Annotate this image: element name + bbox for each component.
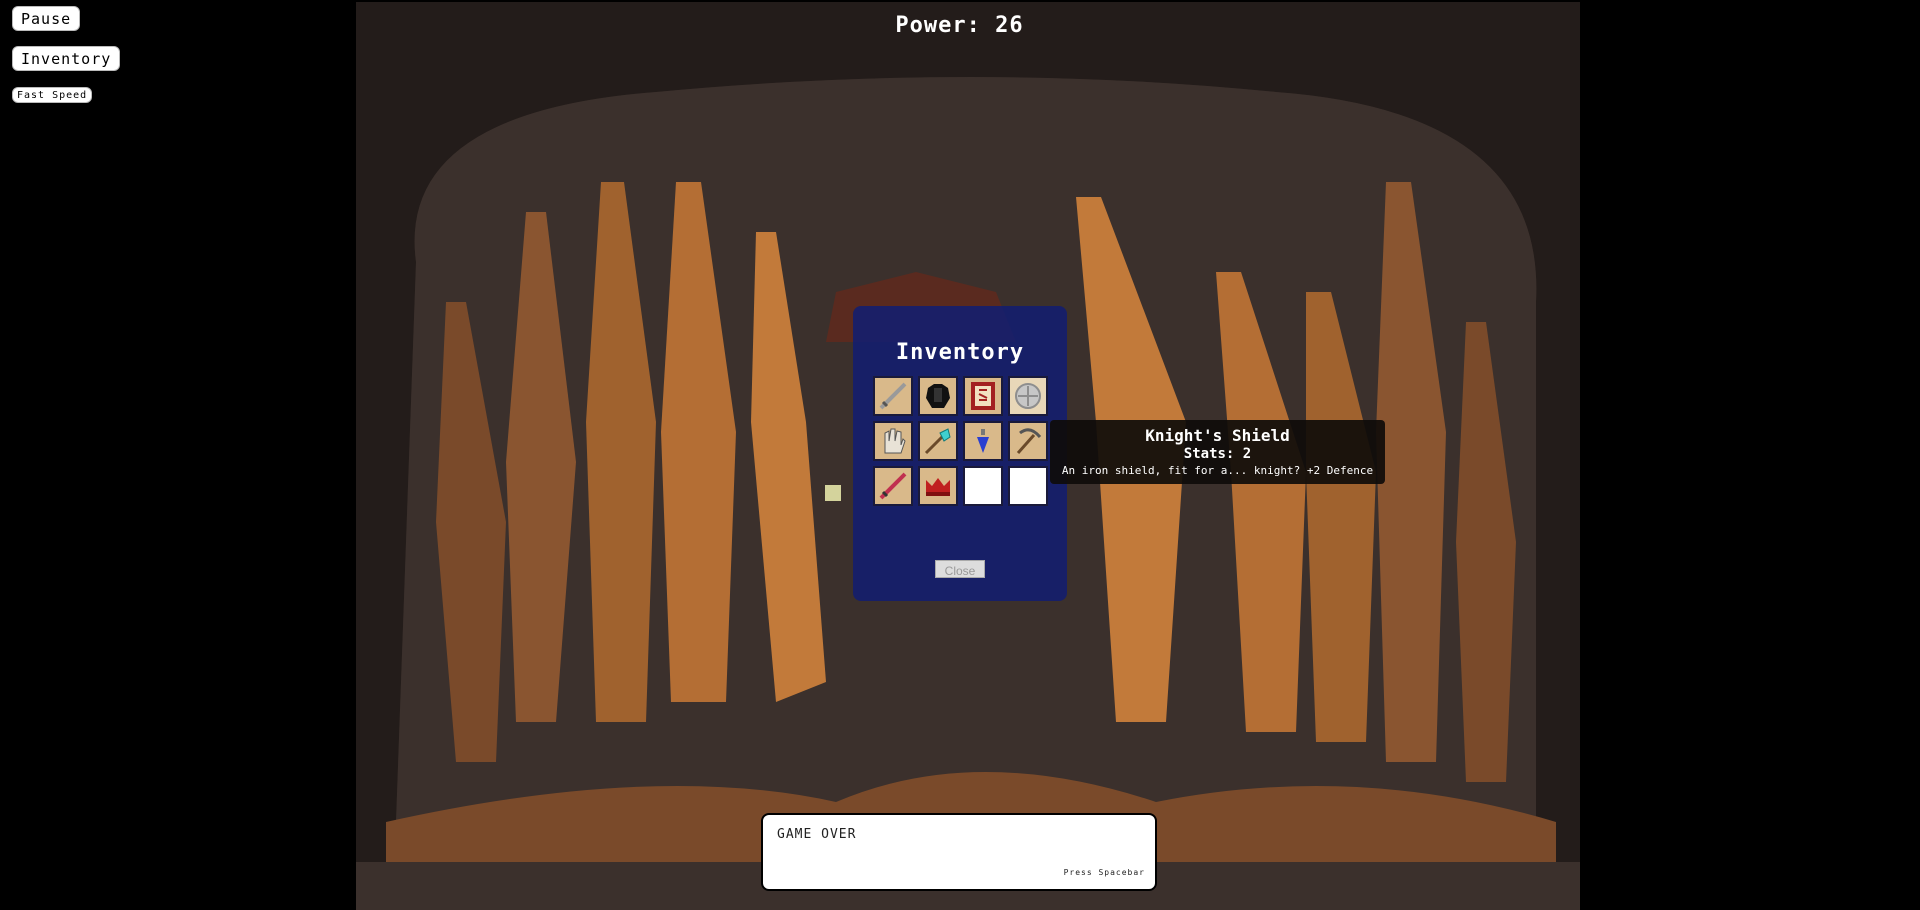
fast-speed-button[interactable]: Fast Speed xyxy=(12,87,93,103)
knights-shield-icon xyxy=(1015,383,1041,409)
pickaxe-icon xyxy=(1016,428,1042,454)
slot-diamond-shovel[interactable] xyxy=(918,421,958,461)
dialog-box: GAME OVER Press Spacebar xyxy=(761,813,1157,891)
dialog-hint: Press Spacebar xyxy=(1063,868,1145,877)
slot-black-armor[interactable] xyxy=(918,376,958,416)
pause-button[interactable]: Pause xyxy=(12,6,81,31)
inventory-panel: Inventory Close xyxy=(853,306,1067,601)
cursor-marker xyxy=(825,485,841,501)
close-button[interactable]: Close xyxy=(935,560,985,578)
black-armor-icon xyxy=(926,384,950,408)
slot-ruby-sword[interactable] xyxy=(873,466,913,506)
slot-knights-shield[interactable] xyxy=(1008,376,1048,416)
slot-sword[interactable] xyxy=(873,376,913,416)
rune-scroll-icon xyxy=(971,382,995,410)
slot-pickaxe[interactable] xyxy=(1008,421,1048,461)
slot-gauntlet[interactable] xyxy=(873,421,913,461)
tooltip-item-name: Knight's Shield xyxy=(1145,426,1290,445)
dialog-text: GAME OVER xyxy=(777,827,857,842)
slot-red-crown[interactable] xyxy=(918,466,958,506)
item-tooltip: Knight's Shield Stats: 2 An iron shield,… xyxy=(1050,420,1385,484)
sword-icon xyxy=(879,382,907,410)
gauntlet-icon xyxy=(884,428,906,454)
ruby-sword-icon xyxy=(879,472,907,500)
power-display: Power: 26 xyxy=(883,4,1036,48)
inventory-button[interactable]: Inventory xyxy=(12,46,121,71)
slot-blue-potion[interactable] xyxy=(963,421,1003,461)
tooltip-item-description: An iron shield, fit for a... knight? +2 … xyxy=(1061,464,1374,477)
slot-rune-scroll[interactable] xyxy=(963,376,1003,416)
diamond-shovel-icon xyxy=(924,428,951,455)
slot-empty[interactable] xyxy=(963,466,1003,506)
inventory-title: Inventory xyxy=(895,340,1025,365)
slot-empty[interactable] xyxy=(1008,466,1048,506)
tooltip-item-stats: Stats: 2 xyxy=(1183,446,1252,462)
red-crown-icon xyxy=(926,478,950,496)
blue-potion-icon xyxy=(977,429,989,453)
